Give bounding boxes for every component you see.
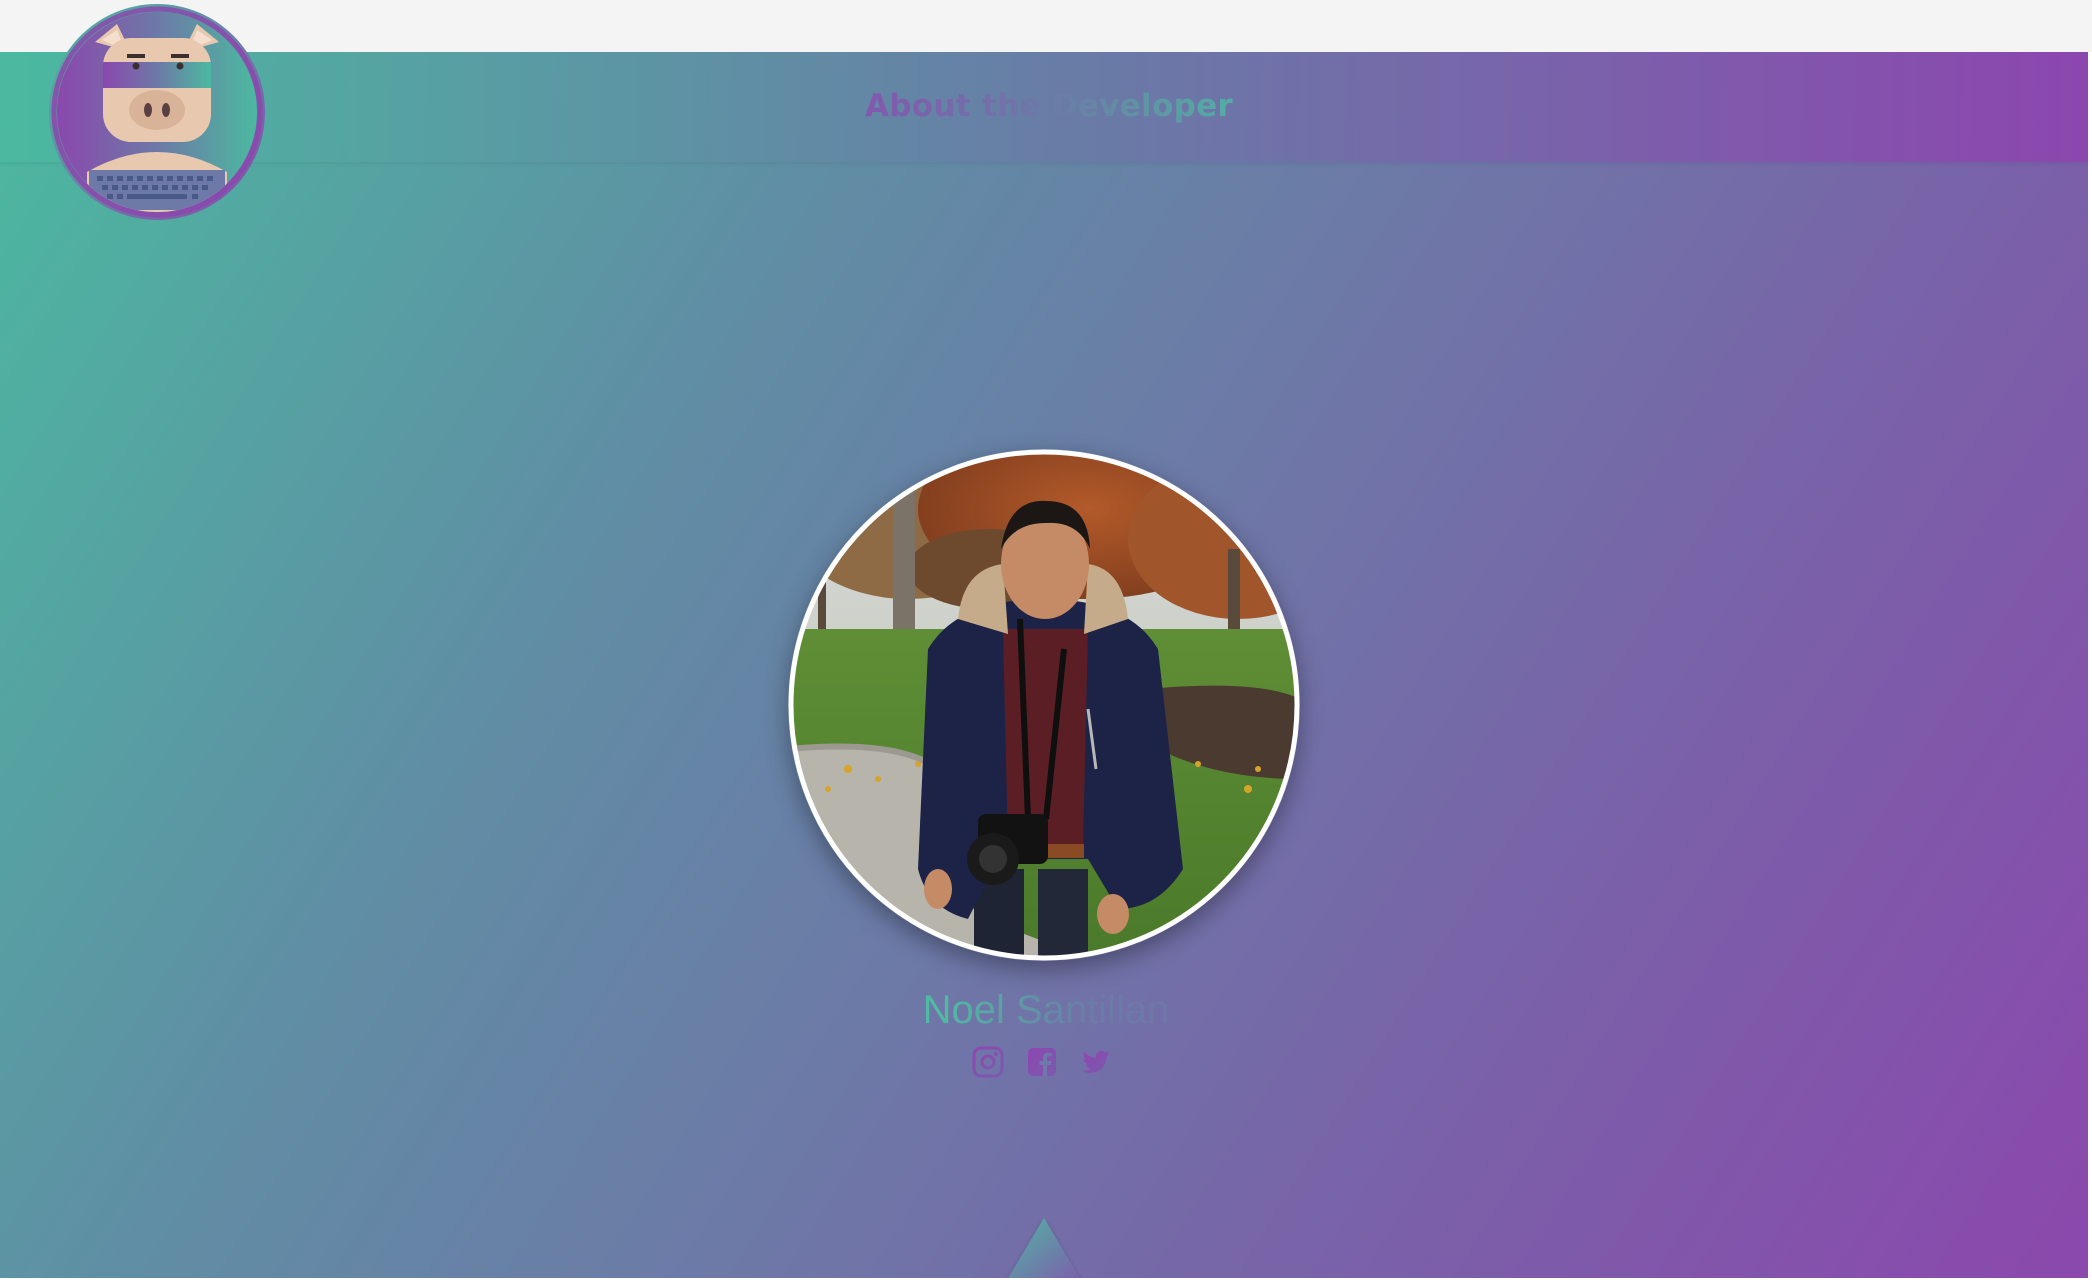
about-page: About the Developer Noel Santillan — [0, 52, 2088, 1278]
developer-name: Noel Santillan — [0, 986, 2088, 1034]
twitter-icon[interactable] — [1080, 1046, 1112, 1078]
pig-mascot-icon[interactable] — [47, 2, 267, 222]
header-bar: About the Developer — [0, 52, 2088, 162]
window-right-edge — [2088, 52, 2092, 1278]
page-title: About the Developer — [0, 88, 2088, 124]
developer-photo-image — [788, 449, 1300, 961]
developer-photo — [788, 449, 1300, 961]
browser-top-strip — [0, 0, 2092, 53]
social-links — [972, 1044, 1120, 1080]
window-bottom-edge — [0, 1278, 2092, 1282]
scroll-to-top-button[interactable] — [988, 1214, 1100, 1278]
triangle-up-icon — [1008, 1218, 1080, 1278]
instagram-icon[interactable] — [972, 1046, 1004, 1078]
facebook-icon[interactable] — [1026, 1046, 1058, 1078]
